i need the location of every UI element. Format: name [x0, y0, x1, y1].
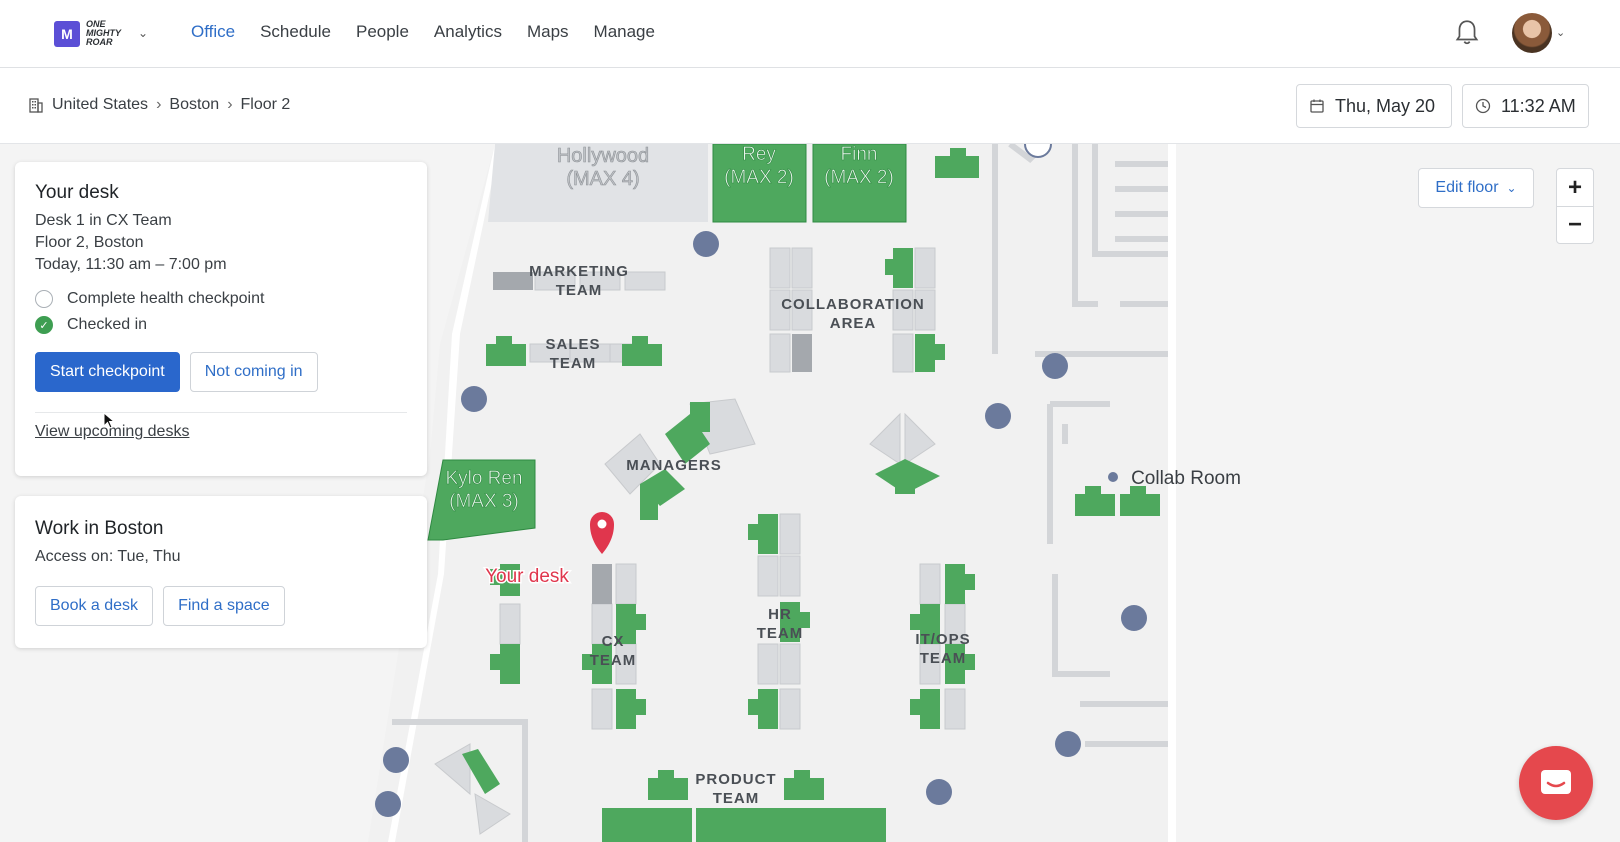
edit-floor-label: Edit floor	[1435, 179, 1499, 196]
mouse-cursor-icon	[103, 412, 115, 429]
desk-assignment: Desk 1 in CX Team	[35, 212, 172, 229]
area-label: MANAGERS	[626, 457, 722, 474]
nav-item-maps[interactable]: Maps	[527, 22, 569, 42]
room-label: Hollywood	[557, 145, 649, 167]
breadcrumb-item-country[interactable]: United States	[52, 96, 148, 114]
work-in-city-card: Work in Boston Access on: Tue, Thu Book …	[15, 496, 427, 648]
printer-icon[interactable]	[461, 386, 487, 412]
checklist-label: Complete health checkpoint	[67, 290, 265, 307]
start-checkpoint-button[interactable]: Start checkpoint	[35, 352, 180, 392]
divider	[35, 412, 407, 413]
area-label: SALES	[545, 336, 600, 353]
logo-text: ONE MIGHTY ROAR	[86, 19, 121, 47]
calendar-icon	[1310, 99, 1324, 113]
zoom-controls: + −	[1556, 168, 1594, 244]
nav-item-people[interactable]: People	[356, 22, 409, 42]
kitchen-icon[interactable]	[926, 779, 952, 805]
nav-item-analytics[interactable]: Analytics	[434, 22, 502, 42]
desk-unavailable	[792, 334, 812, 372]
breadcrumb-separator: ›	[227, 96, 233, 113]
area-label: PRODUCT	[695, 771, 776, 788]
first-aid-icon[interactable]	[383, 747, 409, 773]
zoom-in-button[interactable]: +	[1557, 169, 1593, 206]
room-label: Kylo Ren	[445, 468, 522, 489]
breadcrumb-item-floor[interactable]: Floor 2	[241, 96, 291, 114]
area-label: COLLABORATION	[781, 296, 925, 313]
zoom-out-button[interactable]: −	[1557, 206, 1593, 243]
desk-unavailable	[493, 272, 533, 290]
room-label: Rey	[742, 144, 776, 165]
find-a-space-button[interactable]: Find a space	[163, 586, 285, 626]
building-wall	[1168, 144, 1176, 842]
room-label: (MAX 3)	[449, 491, 519, 512]
date-picker[interactable]: Thu, May 20	[1296, 84, 1452, 128]
main-nav: Office Schedule People Analytics Maps Ma…	[191, 22, 680, 42]
logo-mark-icon: M	[54, 20, 80, 47]
checklist-item-checked-in: ✓ Checked in	[35, 314, 407, 336]
area-label: CX	[602, 633, 625, 650]
your-desk-title: Your desk	[35, 182, 119, 203]
collab-room-label[interactable]: Collab Room	[1131, 468, 1241, 489]
edit-floor-button[interactable]: Edit floor ⌄	[1418, 168, 1534, 208]
person-icon[interactable]	[985, 403, 1011, 429]
collab-room-dot-icon	[1108, 472, 1118, 482]
time-label: 11:32 AM	[1501, 95, 1576, 116]
access-days: Access on: Tue, Thu	[35, 548, 181, 565]
chat-icon	[1541, 770, 1571, 794]
book-a-desk-button[interactable]: Book a desk	[35, 586, 154, 626]
desk-time: Today, 11:30 am – 7:00 pm	[35, 256, 227, 273]
area-label: TEAM	[550, 355, 597, 372]
area-label: IT/OPS	[915, 631, 970, 648]
checklist-item-health[interactable]: Complete health checkpoint	[35, 288, 407, 310]
desk-location: Floor 2, Boston	[35, 234, 144, 251]
clock-icon	[1475, 98, 1491, 114]
wellness-room-icon[interactable]	[1055, 731, 1081, 757]
not-coming-in-button[interactable]: Not coming in	[189, 352, 318, 392]
nav-item-office[interactable]: Office	[191, 22, 235, 42]
desk-1-cx-team[interactable]	[592, 564, 612, 604]
your-desk-map-label: Your desk	[485, 566, 569, 587]
room-label: (MAX 2)	[824, 167, 894, 188]
area-label: TEAM	[757, 625, 804, 642]
user-avatar[interactable]	[1512, 13, 1552, 53]
area-label: MARKETING	[529, 263, 629, 280]
your-desk-card: Your desk Desk 1 in CX Team Floor 2, Bos…	[15, 162, 427, 476]
room-label: Finn	[841, 144, 878, 165]
lock-icon[interactable]	[375, 791, 401, 817]
chat-launcher-button[interactable]	[1519, 746, 1593, 820]
chevron-down-icon[interactable]: ⌄	[1556, 26, 1565, 39]
area-label: HR	[768, 606, 792, 623]
time-picker[interactable]: 11:32 AM	[1462, 84, 1589, 128]
area-label: TEAM	[556, 282, 603, 299]
breadcrumb-separator: ›	[156, 96, 162, 113]
breadcrumb: United States › Boston › Floor 2	[28, 96, 290, 114]
checkmark-icon: ✓	[35, 316, 53, 334]
building-icon	[29, 98, 43, 113]
nav-item-schedule[interactable]: Schedule	[260, 22, 331, 42]
chevron-down-icon: ⌄	[1506, 181, 1517, 195]
room-label: (MAX 4)	[566, 168, 639, 190]
room-label: (MAX 2)	[724, 167, 794, 188]
coffee-icon[interactable]	[1121, 605, 1147, 631]
area-label: TEAM	[920, 650, 967, 667]
company-logo[interactable]: M ONE MIGHTY ROAR ⌄	[54, 19, 148, 47]
checklist-label: Checked in	[67, 316, 148, 333]
chevron-down-icon[interactable]: ⌄	[138, 26, 148, 40]
area-label: TEAM	[590, 652, 637, 669]
breadcrumb-item-city[interactable]: Boston	[169, 96, 219, 114]
area-label: TEAM	[713, 790, 760, 807]
breadcrumb-bar: United States › Boston › Floor 2 Thu, Ma…	[0, 68, 1620, 144]
bell-icon[interactable]	[1454, 18, 1480, 46]
monitor-icon[interactable]	[1042, 353, 1068, 379]
area-label: AREA	[830, 315, 877, 332]
nav-item-manage[interactable]: Manage	[594, 22, 655, 42]
unchecked-circle-icon	[35, 290, 53, 308]
wellness-room-icon[interactable]	[693, 231, 719, 257]
top-navigation-bar: M ONE MIGHTY ROAR ⌄ Office Schedule Peop…	[0, 0, 1620, 68]
work-in-title: Work in Boston	[35, 518, 164, 539]
date-label: Thu, May 20	[1335, 95, 1436, 116]
